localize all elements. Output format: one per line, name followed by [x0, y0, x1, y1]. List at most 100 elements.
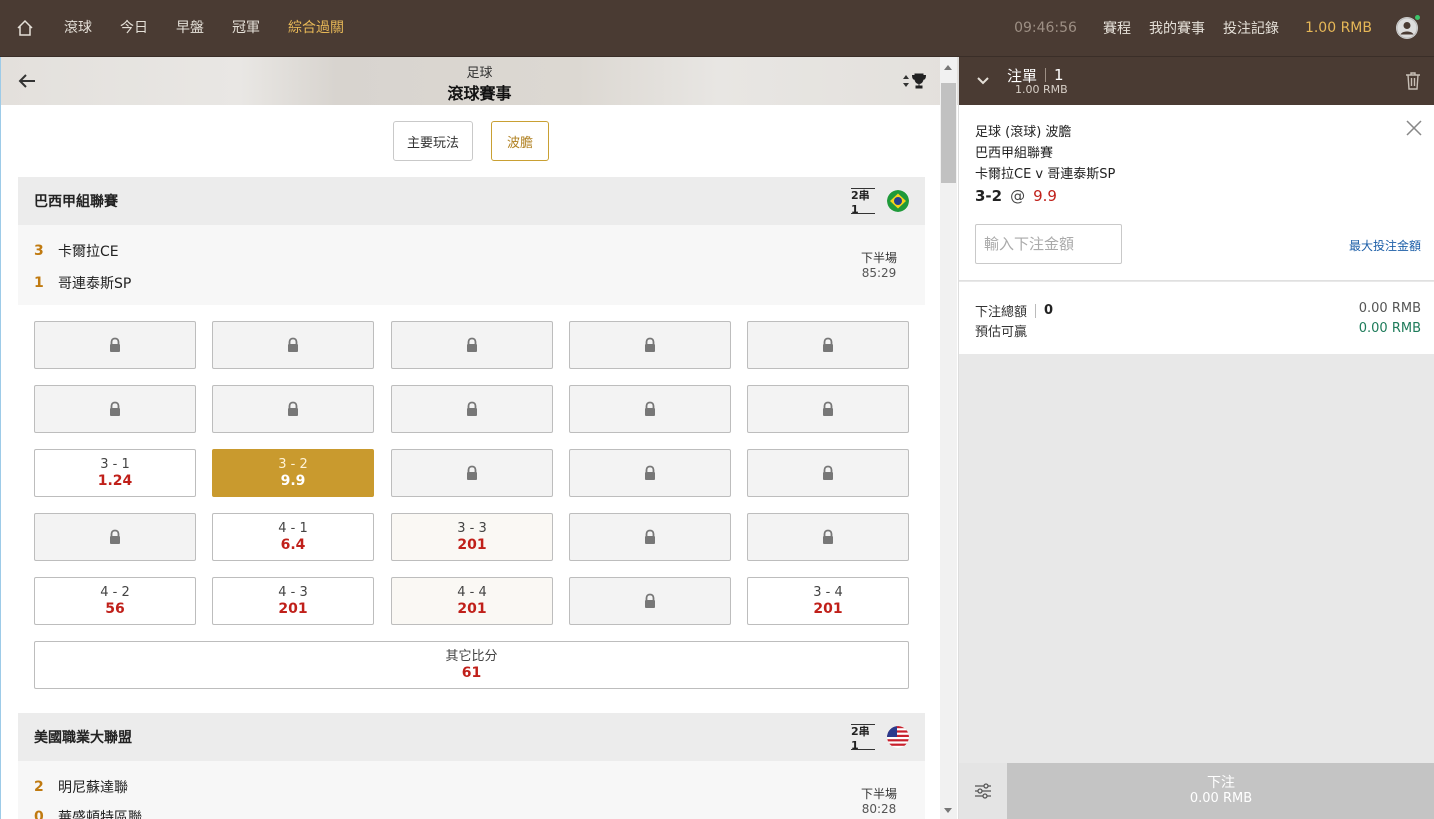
- home-score: 2: [34, 779, 44, 795]
- avatar[interactable]: [1396, 14, 1421, 39]
- league-name: 巴西甲組聯賽: [34, 194, 118, 210]
- bet-league: 巴西甲組聯賽: [975, 146, 1054, 161]
- lock-icon: [110, 337, 120, 352]
- locked-score-cell: [569, 577, 731, 625]
- home-team-name: 卡爾拉CE: [58, 244, 119, 260]
- lock-icon: [645, 337, 655, 352]
- score-odds-cell[interactable]: 3 - 2 9.9: [212, 449, 374, 497]
- home-button[interactable]: [0, 0, 50, 57]
- pick-odds: 9.9: [1033, 187, 1057, 205]
- total-stake-row: 下注總額 0 0.00 RMB: [975, 301, 1421, 320]
- tab-main[interactable]: 主要玩法: [393, 121, 473, 161]
- lock-icon: [288, 401, 298, 416]
- locked-score-cell: [391, 385, 553, 433]
- odds-value: 56: [105, 601, 125, 617]
- nav-today[interactable]: 今日: [106, 0, 162, 57]
- score-odds-cell[interactable]: 3 - 4 201: [747, 577, 909, 625]
- sub-header: 足球 滾球賽事: [1, 57, 958, 105]
- nav-schedule[interactable]: 賽程: [1103, 18, 1131, 38]
- parlay-badge: 2串1: [851, 188, 875, 216]
- lock-icon: [467, 337, 477, 352]
- tab-correct-score[interactable]: 波膽: [491, 121, 549, 161]
- away-team: 0 華盛頓特區聯: [34, 807, 142, 819]
- page-title: 滾球賽事: [447, 84, 512, 103]
- stake-input[interactable]: [975, 224, 1122, 264]
- home-team-name: 明尼蘇達聯: [58, 780, 128, 796]
- divider: [1045, 68, 1047, 82]
- away-score: 0: [34, 809, 44, 819]
- nav-parlay[interactable]: 綜合過關: [274, 0, 358, 57]
- nav-early[interactable]: 早盤: [162, 0, 218, 57]
- score-label: 3 - 3: [457, 521, 487, 536]
- place-bet-button[interactable]: 下注 0.00 RMB: [1007, 763, 1434, 819]
- usa-flag-icon: [887, 726, 909, 748]
- bet-match: 卡爾拉CE v 哥連泰斯SP: [975, 167, 1116, 182]
- market-tabs: 主要玩法 波膽: [1, 121, 941, 161]
- nav-bet-history[interactable]: 投注記錄: [1223, 18, 1279, 38]
- match-time: 85:29: [861, 266, 897, 280]
- sliders-icon: [975, 783, 991, 799]
- odds-value: 201: [813, 601, 843, 617]
- match-period: 下半場 85:29: [861, 251, 897, 281]
- score-odds-cell[interactable]: 4 - 4 201: [391, 577, 553, 625]
- lock-icon: [467, 465, 477, 480]
- sort-icon: [903, 75, 909, 87]
- slip-count: 1: [1054, 66, 1064, 84]
- trash-icon[interactable]: [1404, 71, 1422, 91]
- chevron-down-icon: [977, 77, 989, 85]
- settings-button[interactable]: [959, 763, 1007, 819]
- lock-icon: [288, 337, 298, 352]
- scroll-thumb[interactable]: [941, 83, 956, 183]
- match-row[interactable]: 3 卡爾拉CE 1 哥連泰斯SP 下半場 85:29: [18, 225, 925, 305]
- collapse-button[interactable]: [959, 57, 1007, 105]
- nav-right: 09:46:56 賽程 我的賽事 投注記錄 1.00 RMB: [1014, 0, 1434, 57]
- max-bet-link[interactable]: 最大投注金額: [1349, 237, 1421, 254]
- scroll-down-icon[interactable]: [944, 808, 952, 813]
- main-panel: 足球 滾球賽事 主要玩法 波膽 巴西甲組聯賽 2串1 3 卡爾拉CE 1 哥連泰…: [0, 57, 958, 819]
- scroll-up-icon[interactable]: [944, 65, 952, 70]
- odds-value: 201: [278, 601, 308, 617]
- match-row[interactable]: 2 明尼蘇達聯 0 華盛頓特區聯 下半場 80:28: [18, 761, 925, 819]
- score-odds-cell[interactable]: 4 - 1 6.4: [212, 513, 374, 561]
- other-score-odds: 61: [461, 665, 482, 681]
- odds-value: 201: [457, 537, 487, 553]
- total-stake-value: 0.00 RMB: [1358, 301, 1421, 316]
- place-bet-amount: 0.00 RMB: [1189, 791, 1253, 806]
- locked-score-cell: [34, 385, 196, 433]
- odds-value: 9.9: [280, 473, 306, 489]
- home-icon: [17, 19, 33, 36]
- score-label: 4 - 3: [278, 585, 308, 600]
- bet-card: 足球 (滾球) 波膽 巴西甲組聯賽 卡爾拉CE v 哥連泰斯SP 3-2 @ 9…: [959, 105, 1434, 281]
- other-score-button[interactable]: 其它比分 61: [34, 641, 909, 689]
- score-label: 4 - 1: [278, 521, 308, 536]
- brazil-flag-icon: [887, 190, 909, 212]
- total-count: 0: [1044, 303, 1054, 318]
- lock-icon: [110, 529, 120, 544]
- top-nav: 滾球 今日 早盤 冠軍 綜合過關 09:46:56 賽程 我的賽事 投注記錄 1…: [0, 0, 1434, 57]
- close-icon[interactable]: [1405, 119, 1423, 137]
- slip-footer: 下注 0.00 RMB: [959, 763, 1434, 819]
- divider: [1035, 303, 1037, 318]
- scrollbar[interactable]: [940, 57, 957, 819]
- sort-trophy-button[interactable]: [902, 71, 930, 91]
- league-header[interactable]: 巴西甲組聯賽 2串1: [18, 177, 925, 225]
- locked-score-cell: [34, 513, 196, 561]
- league-header[interactable]: 美國職業大聯盟 2串1: [18, 713, 925, 761]
- odds-value: 201: [457, 601, 487, 617]
- odds-value: 6.4: [280, 537, 306, 553]
- nav-outright[interactable]: 冠軍: [218, 0, 274, 57]
- score-odds-cell[interactable]: 3 - 3 201: [391, 513, 553, 561]
- locked-score-cell: [747, 449, 909, 497]
- nav-live[interactable]: 滾球: [50, 0, 106, 57]
- nav-my-events[interactable]: 我的賽事: [1149, 18, 1205, 38]
- lock-icon: [110, 401, 120, 416]
- period-label: 下半場: [860, 787, 897, 801]
- bet-market: 足球 (滾球) 波膽: [975, 125, 1072, 140]
- sport-label: 足球: [466, 66, 493, 81]
- score-odds-cell[interactable]: 3 - 1 1.24: [34, 449, 196, 497]
- total-stake-label-group: 下注總額 0: [975, 301, 1053, 320]
- match-time: 80:28: [861, 802, 897, 816]
- score-odds-cell[interactable]: 4 - 3 201: [212, 577, 374, 625]
- score-label: 3 - 1: [100, 457, 130, 472]
- score-odds-cell[interactable]: 4 - 2 56: [34, 577, 196, 625]
